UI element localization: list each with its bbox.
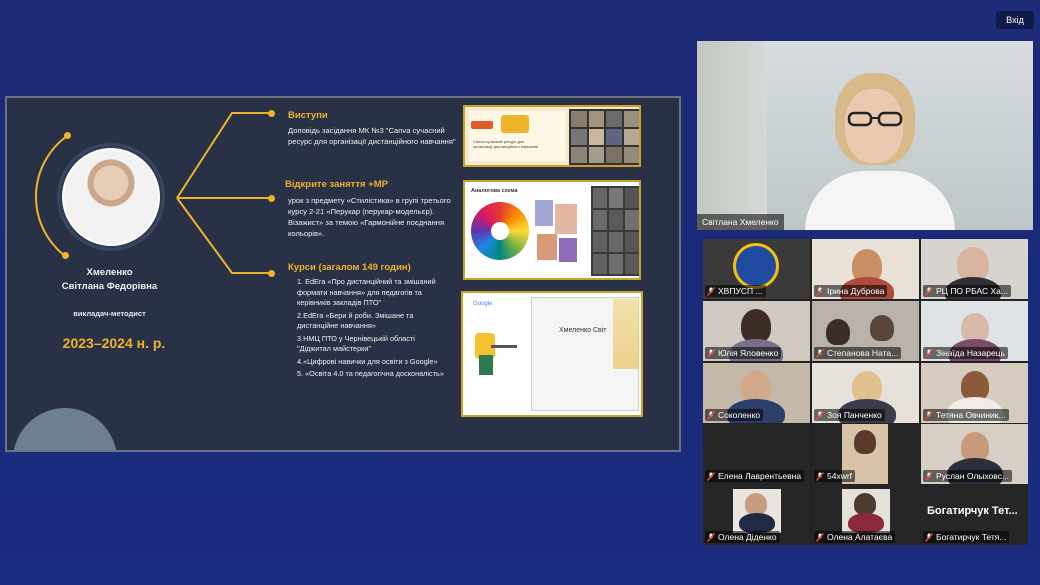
mic-muted-icon (815, 410, 825, 420)
course-item: 2.EdEra «Бери й роби. Змішане та дистанц… (297, 310, 414, 331)
speaker-body (805, 171, 955, 230)
participant-name: Юлія Яловенко (718, 348, 779, 358)
avatar (62, 148, 160, 246)
mic-muted-icon (706, 532, 716, 542)
course-item: 1. EdEra «Про дистанційний та змішаний ф… (297, 277, 436, 307)
participant-name: Тетяна Овчиник... (936, 410, 1006, 420)
participant-figure (854, 430, 876, 454)
organization-logo-icon (733, 243, 779, 289)
course-item: 5. «Освіта 4.0 та педагогічна досконаліс… (297, 369, 444, 378)
courses-list: 1. EdEra «Про дистанційний та змішаний ф… (297, 277, 449, 382)
person-role: викладач-методист (73, 309, 146, 318)
participant-tile[interactable]: Тетяна Овчиник... (921, 363, 1028, 423)
background-shelf (697, 41, 767, 230)
participant-figure (870, 315, 894, 341)
participant-name: Руслан Олыховс... (936, 471, 1010, 481)
login-button[interactable]: Вхід (996, 11, 1034, 29)
section-title-talks: Виступи (288, 110, 328, 121)
participant-figure (848, 513, 884, 533)
mic-muted-icon (815, 532, 825, 542)
participant-name: Елена Лаврентьевна (718, 471, 802, 481)
mic-muted-icon (706, 471, 716, 481)
section-text-open-lesson: урок з предмету «Стилістика» в групі тре… (288, 196, 451, 238)
participant-tile[interactable]: ХВПУСП ... (703, 239, 810, 299)
participant-tile[interactable]: РЦ ПО РБАС Ха... (921, 239, 1028, 299)
participant-name: Зінаїда Назарець (936, 348, 1006, 358)
thumb-colour-scheme: Аналогова схема (463, 180, 641, 280)
mic-muted-icon (706, 286, 716, 296)
academic-year: 2023–2024 н. р. (62, 335, 166, 351)
shared-slide: Хмеленко Світлана Федорівна викладач-мет… (5, 96, 681, 452)
participant-tile[interactable]: Олена Алатаєва (812, 485, 919, 545)
participant-tile[interactable]: 54xwrf (812, 424, 919, 484)
participant-name: ХВПУСП ... (718, 286, 763, 296)
timeline-dot (64, 132, 71, 139)
mic-muted-icon (924, 286, 934, 296)
course-item: 4.«Цифрові навички для освіти з Google» (297, 356, 438, 366)
participant-tile[interactable]: Руслан Олыховс... (921, 424, 1028, 484)
participant-tile[interactable]: Степанова Ната... (812, 301, 919, 361)
participant-tile[interactable]: Ірина Дуброва (812, 239, 919, 299)
participant-tile[interactable]: Зінаїда Назарець (921, 301, 1028, 361)
speaker-name-label: Світлана Хмеленко (697, 214, 784, 230)
mic-muted-icon (924, 410, 934, 420)
participant-figure (741, 309, 771, 343)
participant-figure (745, 493, 767, 515)
section-text-talks: Доповідь засідання МК №3 "Canva сучасний… (288, 126, 456, 146)
participant-figure (854, 493, 876, 515)
section-title-open-lesson: Відкрите заняття +МР (285, 179, 388, 190)
mic-muted-icon (924, 532, 934, 542)
participant-tile[interactable]: Олена Діденко (703, 485, 810, 545)
person-name: Хмеленко Світлана Федорівна (61, 267, 158, 292)
participant-figure (957, 247, 989, 281)
participant-figure (739, 513, 775, 533)
participant-tile[interactable]: Соколенко (703, 363, 810, 423)
timeline-dot (62, 252, 69, 259)
timeline-dot (268, 110, 275, 117)
mic-muted-icon (924, 471, 934, 481)
timeline-dot (268, 270, 275, 277)
glasses-icon (847, 111, 903, 127)
participant-name: Ірина Дуброва (827, 286, 885, 296)
participant-name: Зоя Панченко (827, 410, 882, 420)
thumb-canva: Canva сучасний ресурс для організації ди… (463, 105, 641, 167)
thumb-certificate-name: Хмеленко Світ (559, 327, 607, 334)
participant-gallery: ХВПУСП ... Ірина Дуброва РЦ ПО РБАС Ха..… (703, 239, 1028, 545)
mic-muted-icon (815, 471, 825, 481)
participant-figure (826, 319, 850, 345)
thumb-google-text: Google (473, 301, 493, 307)
timeline-dot (268, 195, 275, 202)
participant-name: Олена Алатаєва (827, 532, 893, 542)
mic-muted-icon (815, 348, 825, 358)
participant-name: 54xwrf (827, 471, 853, 481)
mic-muted-icon (815, 286, 825, 296)
participant-name: Богатирчук Тетя... (936, 532, 1007, 542)
participant-name-large: Богатирчук Тет... (927, 505, 1018, 517)
participant-name: Степанова Ната... (827, 348, 899, 358)
main-speaker-video[interactable]: Світлана Хмеленко (697, 41, 1033, 230)
course-item: 3.НМЦ ПТО у Чернівецькій області "Діджит… (297, 333, 415, 354)
thumb-colour-title: Аналогова схема (471, 188, 518, 194)
mic-muted-icon (924, 348, 934, 358)
thumb-certificate: Google Хмеленко Світ (461, 291, 643, 417)
participant-tile[interactable]: Юлія Яловенко (703, 301, 810, 361)
section-title-courses: Курси (загалом 149 годин) (288, 262, 411, 273)
thumb-canva-text: Canva сучасний ресурс для організації ди… (473, 139, 539, 149)
participant-name: Соколенко (718, 410, 761, 420)
participant-name: Олена Діденко (718, 532, 777, 542)
mic-muted-icon (706, 410, 716, 420)
participant-name: РЦ ПО РБАС Ха... (936, 286, 1008, 296)
participant-tile[interactable]: Богатирчук Тет... Богатирчук Тетя... (921, 485, 1028, 545)
participant-tile[interactable]: Зоя Панченко (812, 363, 919, 423)
participant-tile[interactable]: Елена Лаврентьевна (703, 424, 810, 484)
mic-muted-icon (706, 348, 716, 358)
